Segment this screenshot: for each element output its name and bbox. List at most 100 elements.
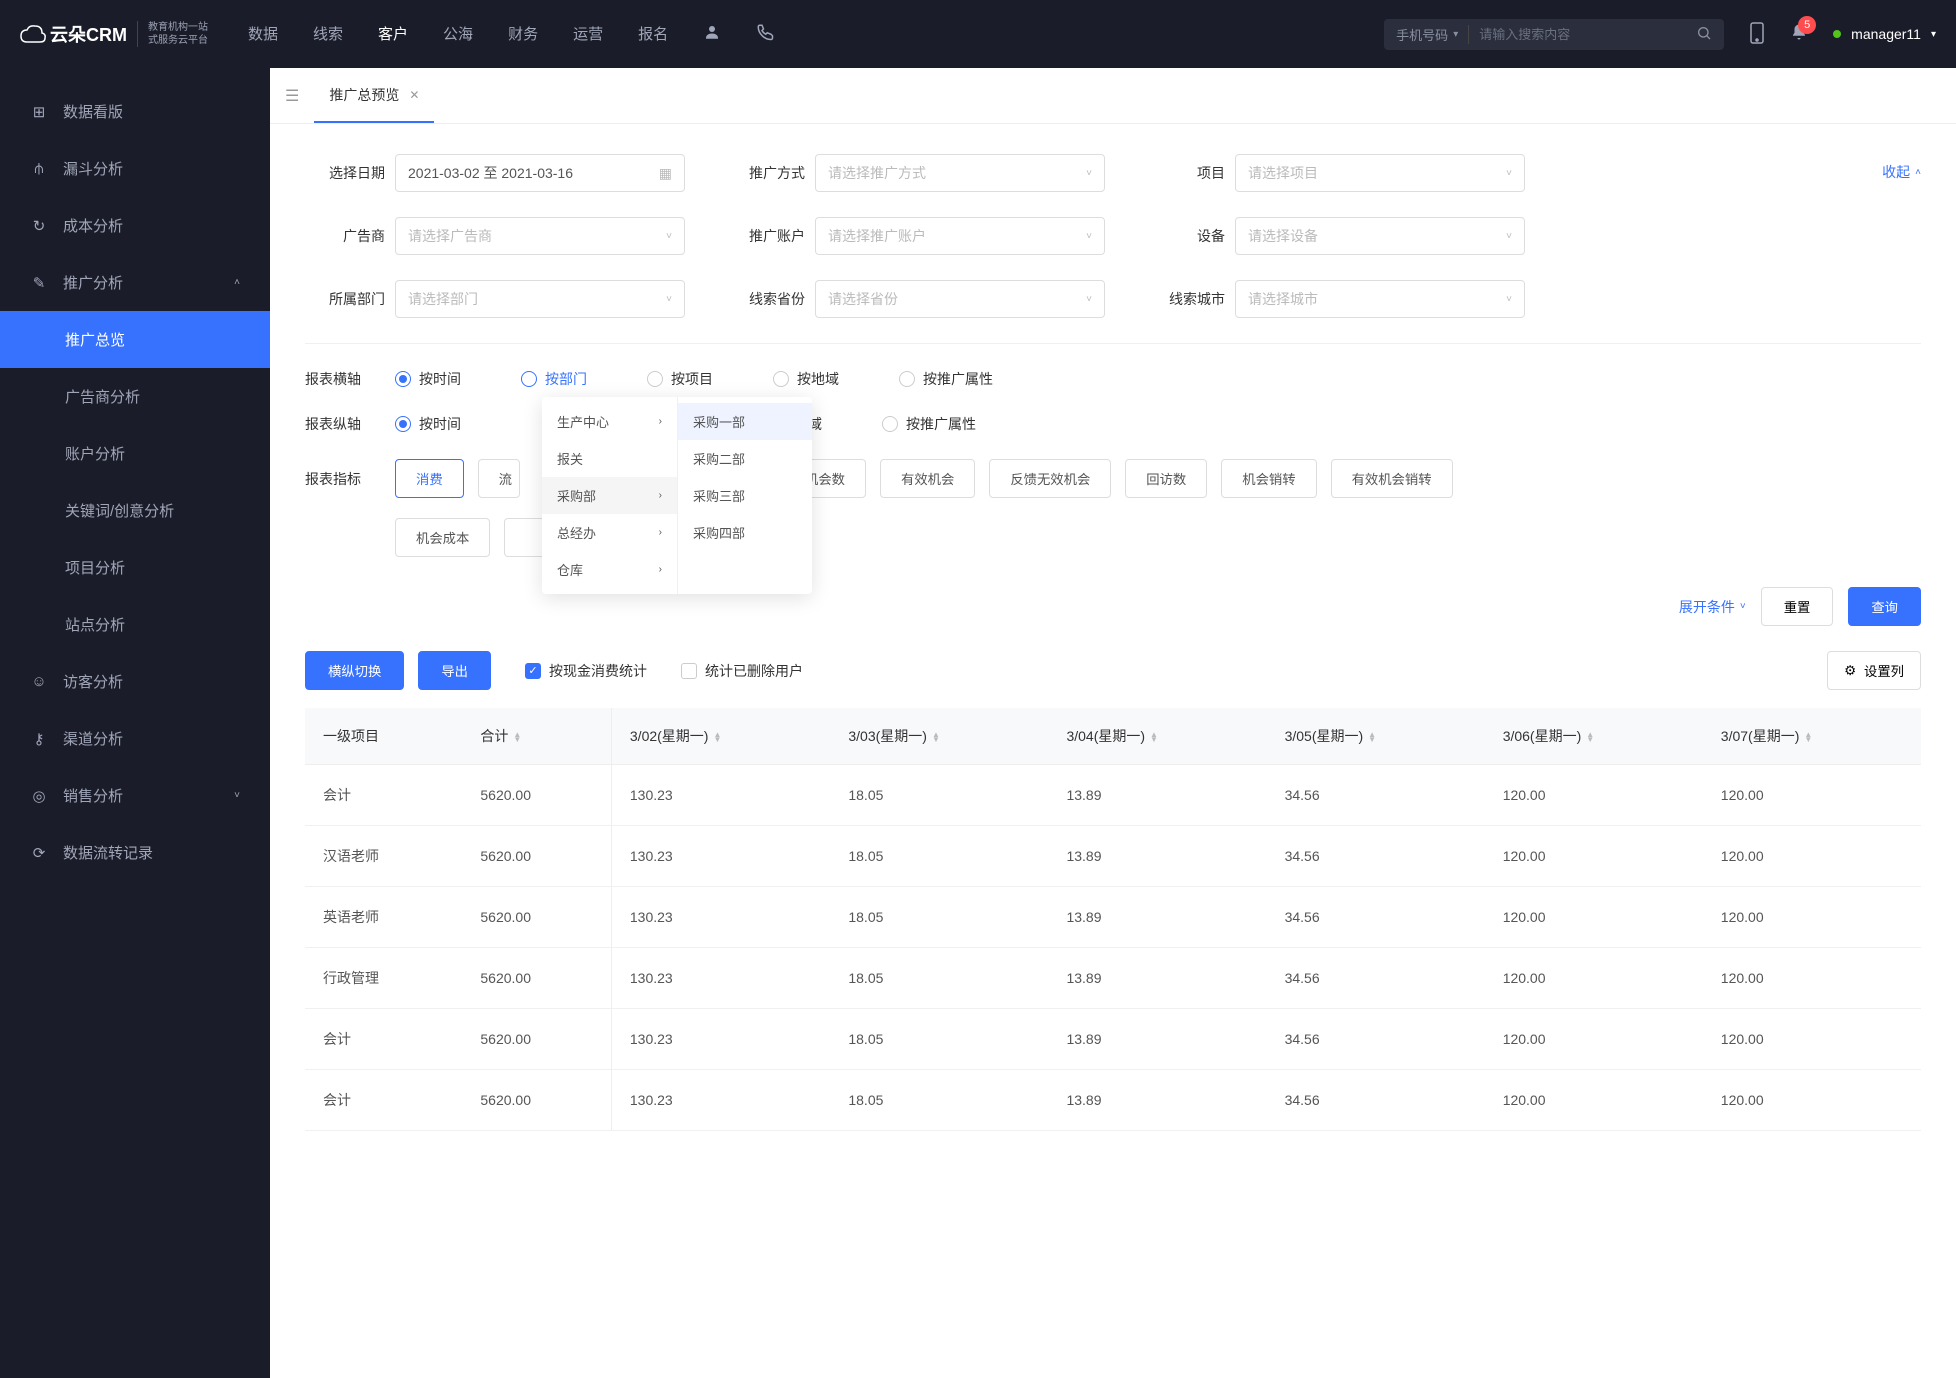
sort-icon: ▲▼ [1150, 732, 1158, 743]
col-d6[interactable]: 3/07(星期一)▲▼ [1703, 708, 1921, 765]
swap-button[interactable]: 横纵切换 [305, 651, 404, 690]
nav-finance[interactable]: 财务 [508, 23, 538, 46]
cascade-item[interactable]: 采购一部 [678, 403, 812, 440]
sidebar-sub-site[interactable]: 站点分析 [0, 596, 270, 653]
search-prefix[interactable]: 手机号码 ▾ [1396, 25, 1469, 44]
metric-consume[interactable]: 消费 [395, 459, 464, 498]
haxis-time[interactable]: 按时间 [395, 369, 461, 389]
col-d5[interactable]: 3/06(星期一)▲▼ [1485, 708, 1703, 765]
nav-pool[interactable]: 公海 [443, 23, 473, 46]
cascade-item[interactable]: 报关 [542, 440, 677, 477]
cascade-item[interactable]: 生产中心› [542, 403, 677, 440]
haxis-dept[interactable]: 按部门 [521, 369, 587, 389]
nav-customer[interactable]: 客户 [378, 23, 408, 46]
province-select[interactable]: 请选择省份˅ [815, 280, 1105, 318]
sidebar-item-cost[interactable]: ↻成本分析 [0, 197, 270, 254]
province-label: 线索省份 [725, 289, 805, 309]
cell: 120.00 [1703, 765, 1921, 826]
col-total[interactable]: 合计▲▼ [462, 708, 611, 765]
cascade-item[interactable]: 采购四部 [678, 514, 812, 551]
sidebar-item-flow[interactable]: ⟳数据流转记录 [0, 824, 270, 881]
col-d3[interactable]: 3/04(星期一)▲▼ [1048, 708, 1266, 765]
metric-flow[interactable]: 流 [478, 459, 520, 498]
project-select[interactable]: 请选择项目˅ [1235, 154, 1525, 192]
method-select[interactable]: 请选择推广方式˅ [815, 154, 1105, 192]
col-d4[interactable]: 3/05(星期一)▲▼ [1267, 708, 1485, 765]
user-menu[interactable]: manager11 ▾ [1833, 26, 1936, 42]
chevron-down-icon: ˅ [1086, 231, 1092, 242]
sidebar-sub-account[interactable]: 账户分析 [0, 425, 270, 482]
metric-oppconv[interactable]: 机会销转 [1221, 459, 1316, 498]
nav-leads[interactable]: 线索 [313, 23, 343, 46]
sidebar-sub-overview[interactable]: 推广总览 [0, 311, 270, 368]
vaxis-label: 报表纵轴 [305, 414, 395, 434]
cascade-item[interactable]: 采购三部 [678, 477, 812, 514]
nav-signup[interactable]: 报名 [638, 23, 668, 46]
nav-data[interactable]: 数据 [248, 23, 278, 46]
collapse-link[interactable]: 收起˄ [1882, 162, 1921, 182]
advertiser-select[interactable]: 请选择广告商˅ [395, 217, 685, 255]
col-d2[interactable]: 3/03(星期一)▲▼ [830, 708, 1048, 765]
sidebar-sub-project[interactable]: 项目分析 [0, 539, 270, 596]
sidebar-sub-advertiser[interactable]: 广告商分析 [0, 368, 270, 425]
nav-ops[interactable]: 运营 [573, 23, 603, 46]
reset-button[interactable]: 重置 [1761, 587, 1834, 626]
cascade-item[interactable]: 采购二部 [678, 440, 812, 477]
sidebar-item-visitor[interactable]: ☺访客分析 [0, 653, 270, 710]
cell: 5620.00 [462, 1070, 611, 1131]
sidebar-item-promotion[interactable]: ✎推广分析˄ [0, 254, 270, 311]
cascade-item[interactable]: 总经办› [542, 514, 677, 551]
user-icon[interactable] [703, 23, 721, 46]
sidebar-item-channel[interactable]: ⚷渠道分析 [0, 710, 270, 767]
export-button[interactable]: 导出 [418, 651, 491, 690]
chevron-up-icon: ˄ [234, 277, 240, 288]
haxis-attr[interactable]: 按推广属性 [899, 369, 993, 389]
expand-conditions[interactable]: 展开条件˅ [1679, 597, 1746, 617]
haxis-project[interactable]: 按项目 [647, 369, 713, 389]
haxis-region[interactable]: 按地域 [773, 369, 839, 389]
cash-stats-checkbox[interactable]: ✓按现金消费统计 [525, 661, 647, 681]
table-row: 会计 5620.00 130.23 18.05 13.89 34.56 120.… [305, 1009, 1921, 1070]
topbar: 云朵CRM 教育机构一站式服务云平台 数据 线索 客户 公海 财务 运营 报名 … [0, 0, 1956, 68]
settings-columns-button[interactable]: ⚙设置列 [1827, 651, 1921, 690]
account-select[interactable]: 请选择推广账户˅ [815, 217, 1105, 255]
table-row: 会计 5620.00 130.23 18.05 13.89 34.56 120.… [305, 765, 1921, 826]
sidebar-sub-keyword[interactable]: 关键词/创意分析 [0, 482, 270, 539]
bell-icon[interactable]: 5 [1790, 22, 1808, 47]
phone-icon[interactable] [756, 23, 774, 46]
visitor-icon: ☺ [30, 673, 48, 690]
metric-invalid[interactable]: 反馈无效机会 [989, 459, 1111, 498]
sidebar-toggle-icon[interactable]: ☰ [285, 86, 299, 106]
cell: 120.00 [1703, 1009, 1921, 1070]
city-select[interactable]: 请选择城市˅ [1235, 280, 1525, 318]
mobile-icon[interactable] [1749, 22, 1765, 47]
device-select[interactable]: 请选择设备˅ [1235, 217, 1525, 255]
col-d1[interactable]: 3/02(星期一)▲▼ [611, 708, 830, 765]
metric-oppcost[interactable]: 机会成本 [395, 518, 490, 557]
metric-revisit[interactable]: 回访数 [1125, 459, 1207, 498]
date-picker[interactable]: 2021-03-02 至 2021-03-16▦ [395, 154, 685, 192]
vaxis-time[interactable]: 按时间 [395, 414, 461, 434]
vaxis-attr[interactable]: 按推广属性 [882, 414, 976, 434]
query-button[interactable]: 查询 [1848, 587, 1921, 626]
close-icon[interactable]: ✕ [409, 88, 419, 102]
deleted-users-checkbox[interactable]: 统计已删除用户 [681, 661, 803, 681]
sidebar-item-dashboard[interactable]: ⊞数据看版 [0, 83, 270, 140]
cell: 行政管理 [305, 948, 462, 1009]
search-icon[interactable] [1696, 25, 1712, 44]
chevron-down-icon: ˅ [1506, 168, 1512, 179]
sidebar-item-funnel[interactable]: ⫛漏斗分析 [0, 140, 270, 197]
dept-select[interactable]: 请选择部门˅ [395, 280, 685, 318]
metric-validopp[interactable]: 有效机会 [880, 459, 975, 498]
col-project[interactable]: 一级项目 [305, 708, 462, 765]
cascade-item[interactable]: 仓库› [542, 551, 677, 588]
chevron-down-icon: ˅ [1086, 294, 1092, 305]
tab-overview[interactable]: 推广总预览 ✕ [314, 68, 434, 123]
cell: 18.05 [830, 826, 1048, 887]
logo[interactable]: 云朵CRM 教育机构一站式服务云平台 [20, 21, 208, 47]
search-input[interactable] [1479, 27, 1696, 42]
sidebar-item-sales[interactable]: ◎销售分析˅ [0, 767, 270, 824]
metric-validconv[interactable]: 有效机会销转 [1331, 459, 1453, 498]
logo-text: 云朵CRM [20, 21, 127, 47]
cascade-item[interactable]: 采购部› [542, 477, 677, 514]
